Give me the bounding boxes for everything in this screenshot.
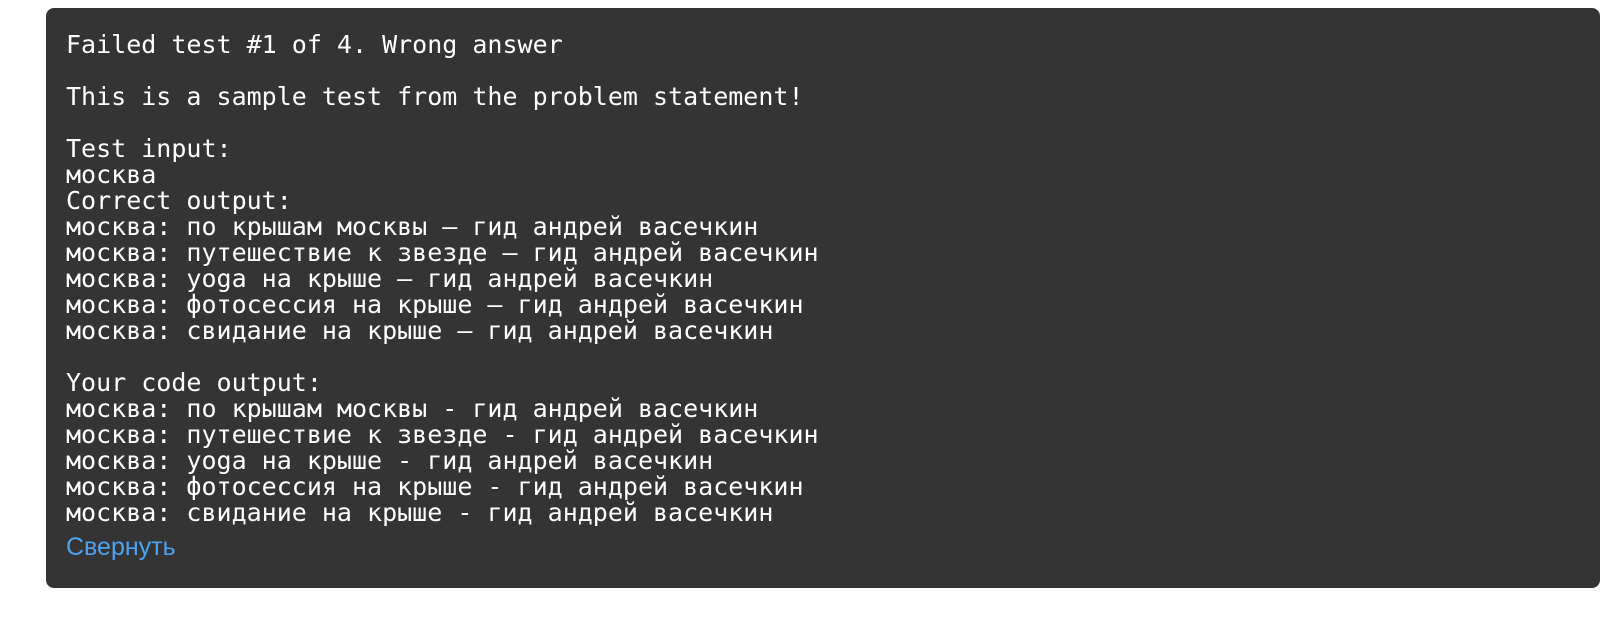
your-output-line: москва: yoga на крыше - гид андрей васеч… (66, 446, 714, 475)
your-output-line: москва: по крышам москвы - гид андрей ва… (66, 394, 759, 423)
correct-output-line: москва: свидание на крыше — гид андрей в… (66, 316, 774, 345)
correct-output-label: Correct output: (66, 186, 292, 215)
test-feedback-panel: Failed test #1 of 4. Wrong answer This i… (46, 8, 1600, 588)
your-output-label: Your code output: (66, 368, 322, 397)
test-input-label: Test input: (66, 134, 232, 163)
your-output-line: москва: свидание на крыше - гид андрей в… (66, 498, 774, 527)
correct-output-line: москва: фотосессия на крыше — гид андрей… (66, 290, 804, 319)
your-output-line: москва: фотосессия на крыше - гид андрей… (66, 472, 804, 501)
test-input-line: москва (66, 160, 157, 189)
result-headline: Failed test #1 of 4. Wrong answer (66, 30, 563, 59)
your-output-line: москва: путешествие к звезде - гид андре… (66, 420, 819, 449)
sample-test-note: This is a sample test from the problem s… (66, 82, 804, 111)
correct-output-line: москва: yoga на крыше — гид андрей васеч… (66, 264, 714, 293)
correct-output-line: москва: путешествие к звезде — гид андре… (66, 238, 819, 267)
correct-output-line: москва: по крышам москвы — гид андрей ва… (66, 212, 759, 241)
collapse-link[interactable]: Свернуть (66, 532, 176, 562)
